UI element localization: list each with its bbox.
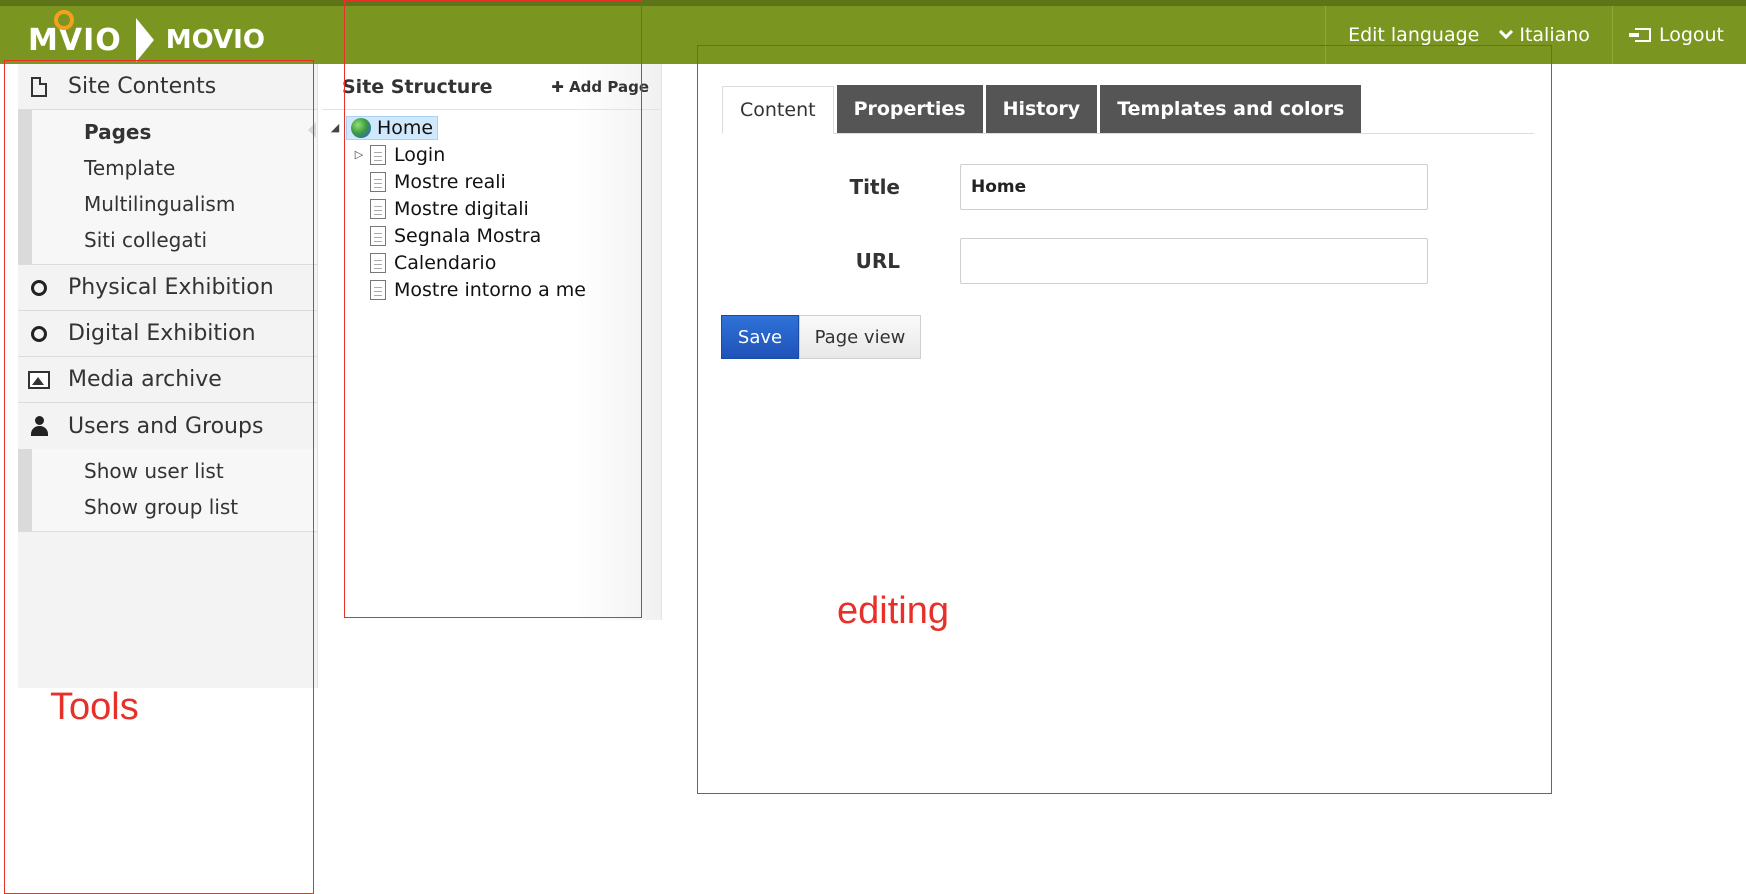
app-title: MOVIO [165,25,265,55]
language-select[interactable]: Italiano [1519,24,1590,46]
tools-annotation-box [4,60,314,894]
editing-annotation-box [697,45,1552,794]
logout-icon [1628,28,1651,42]
logout-label: Logout [1658,24,1724,46]
logout-button[interactable]: Logout [1613,6,1746,64]
tools-annotation-label: Tools [50,686,139,728]
expanded-triangle-icon[interactable]: ◢ [328,121,342,134]
logo-o-icon [54,10,74,30]
logo-text: MVIO [28,22,122,58]
chevron-down-icon[interactable] [1499,24,1514,40]
editing-annotation-label: editing [837,590,949,632]
logo-arrow-icon [135,18,154,62]
structure-annotation-box [344,0,642,618]
movio-logo[interactable]: MVIO MOVIO [28,10,265,62]
edit-language-label: Edit language [1348,24,1480,46]
